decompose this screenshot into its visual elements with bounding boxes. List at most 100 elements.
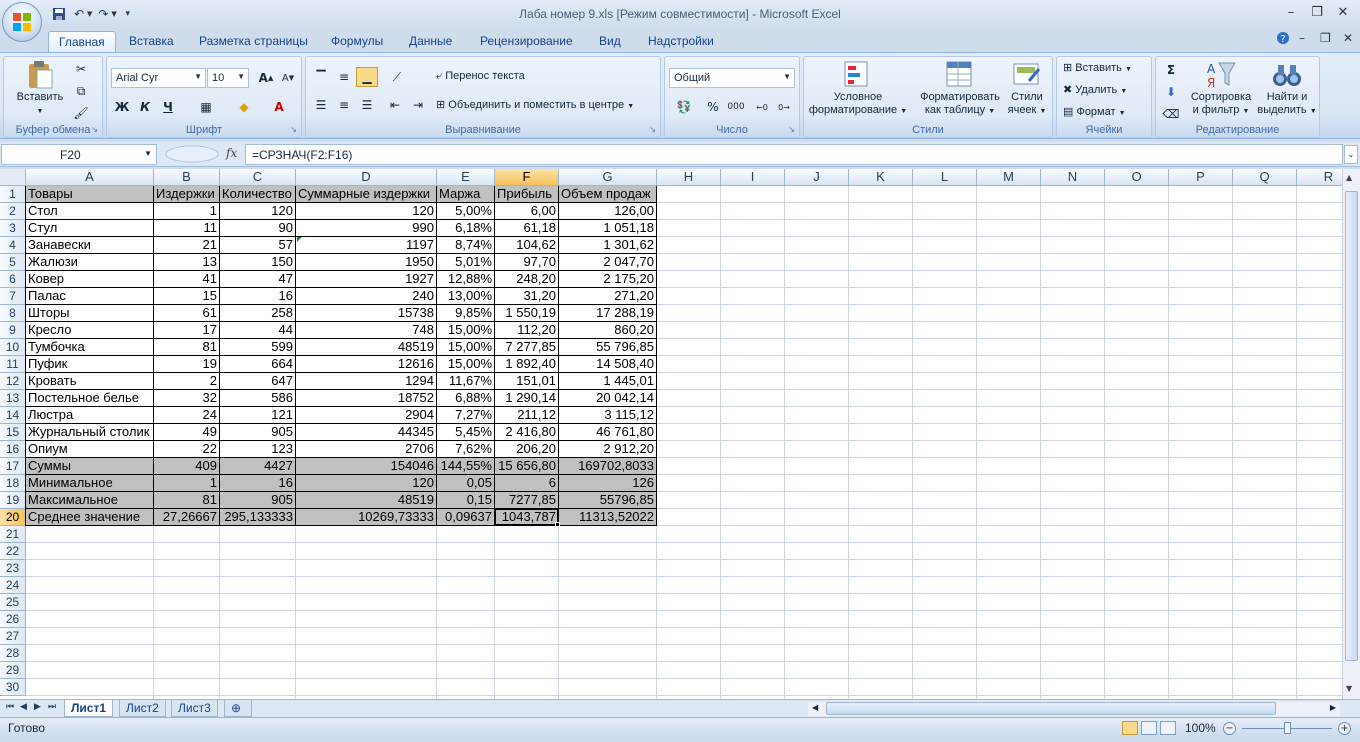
table-cell[interactable]: Жалюзи (26, 254, 154, 271)
table-cell[interactable]: 11313,52022 (559, 509, 657, 526)
table-cell[interactable]: 13 (154, 254, 220, 271)
merge-center-button[interactable]: ⊞ Объединить и поместить в центре ▼ (436, 99, 634, 113)
column-header-a[interactable]: A (26, 169, 154, 186)
table-cell[interactable]: 6 (495, 475, 559, 492)
row-header-18[interactable]: 18 (0, 475, 26, 492)
table-cell[interactable]: 49 (154, 424, 220, 441)
table-cell[interactable]: 151,01 (495, 373, 559, 390)
table-cell[interactable]: 7 277,85 (495, 339, 559, 356)
table-cell[interactable]: 17 288,19 (559, 305, 657, 322)
column-header-g[interactable]: G (559, 169, 657, 186)
horizontal-scrollbar[interactable]: ◀ ▶ (808, 702, 1340, 716)
row-header-24[interactable]: 24 (0, 577, 26, 594)
tab-addins[interactable]: Надстройки (638, 31, 724, 52)
column-header-l[interactable]: L (913, 169, 977, 186)
row-header-13[interactable]: 13 (0, 390, 26, 407)
column-header-n[interactable]: N (1041, 169, 1105, 186)
sheet-tab-2[interactable]: Лист2 (119, 700, 166, 717)
table-cell[interactable]: 10269,73333 (296, 509, 437, 526)
align-bottom-icon[interactable]: ▁ (356, 67, 378, 87)
table-cell[interactable]: 647 (220, 373, 296, 390)
insert-cells-button[interactable]: ⊞ Вставить ▼ (1063, 62, 1132, 76)
tab-formulas[interactable]: Формулы (321, 31, 393, 52)
column-header-q[interactable]: Q (1233, 169, 1297, 186)
table-cell[interactable]: 104,62 (495, 237, 559, 254)
table-cell[interactable]: 47 (220, 271, 296, 288)
table-cell[interactable]: 1 445,01 (559, 373, 657, 390)
table-cell[interactable]: 61 (154, 305, 220, 322)
table-cell[interactable]: Кровать (26, 373, 154, 390)
last-sheet-icon[interactable]: ⏭ (48, 702, 56, 712)
tab-insert[interactable]: Вставка (119, 31, 184, 52)
align-left-icon[interactable]: ☰ (310, 95, 332, 115)
table-cell[interactable]: 11,67% (437, 373, 495, 390)
table-cell[interactable]: 2 175,20 (559, 271, 657, 288)
column-header-j[interactable]: J (785, 169, 849, 186)
table-cell[interactable]: 0,15 (437, 492, 495, 509)
close-icon[interactable]: ✕ (1330, 2, 1356, 22)
table-cell[interactable]: 4427 (220, 458, 296, 475)
table-cell[interactable]: 81 (154, 492, 220, 509)
expand-formula-bar-icon[interactable]: ⌄ (1344, 145, 1358, 164)
font-launcher-icon[interactable]: ↘ (290, 125, 297, 134)
vertical-scroll-thumb[interactable] (1345, 191, 1358, 661)
column-header-h[interactable]: H (657, 169, 721, 186)
table-cell[interactable]: 7,27% (437, 407, 495, 424)
table-cell[interactable]: 248,20 (495, 271, 559, 288)
column-header-f[interactable]: F (495, 169, 559, 186)
table-cell[interactable]: 121 (220, 407, 296, 424)
find-select-button[interactable]: Найти и выделить ▼ (1256, 59, 1318, 118)
table-cell[interactable]: 12616 (296, 356, 437, 373)
row-header-30[interactable]: 30 (0, 679, 26, 696)
table-cell[interactable]: 2706 (296, 441, 437, 458)
table-cell[interactable]: 61,18 (495, 220, 559, 237)
percent-button[interactable]: % (702, 97, 724, 117)
table-cell[interactable]: 126 (559, 475, 657, 492)
align-middle-icon[interactable]: ≡ (333, 67, 355, 87)
table-cell[interactable]: 664 (220, 356, 296, 373)
table-cell[interactable]: 19 (154, 356, 220, 373)
worksheet-grid[interactable]: A B C D E F G H I J K L M N O P Q R 1 2 3 4 5 6 7 8 9 10 11 12 13 14 15 1… (0, 169, 1342, 699)
table-cell[interactable]: 154046 (296, 458, 437, 475)
tab-home[interactable]: Главная (48, 31, 116, 52)
sheet-tab-3[interactable]: Лист3 (171, 700, 218, 717)
table-cell[interactable]: Среднее значение (26, 509, 154, 526)
table-cell[interactable]: 0,05 (437, 475, 495, 492)
row-header-8[interactable]: 8 (0, 305, 26, 322)
table-cell[interactable]: 2 047,70 (559, 254, 657, 271)
tab-data[interactable]: Данные (399, 31, 462, 52)
table-cell[interactable]: 24 (154, 407, 220, 424)
table-cell[interactable]: 44 (220, 322, 296, 339)
fill-color-icon[interactable]: ◆ (233, 97, 255, 117)
table-cell[interactable]: 14 508,40 (559, 356, 657, 373)
table-cell[interactable]: 120 (296, 203, 437, 220)
table-cell[interactable]: 48519 (296, 492, 437, 509)
zoom-out-icon[interactable]: − (1223, 722, 1236, 735)
select-all-corner[interactable] (0, 169, 26, 186)
table-cell[interactable]: Минимальное (26, 475, 154, 492)
table-cell[interactable]: 32 (154, 390, 220, 407)
table-cell[interactable]: 16 (220, 288, 296, 305)
format-cells-button[interactable]: ▤ Формат ▼ (1063, 106, 1126, 120)
wrap-text-button[interactable]: ⤶ Перенос текста (436, 70, 525, 83)
table-cell[interactable]: Постельное белье (26, 390, 154, 407)
row-header-20[interactable]: 20 (0, 509, 26, 526)
table-cell[interactable]: 21 (154, 237, 220, 254)
table-cell[interactable]: 15738 (296, 305, 437, 322)
table-cell[interactable]: 2904 (296, 407, 437, 424)
column-header-i[interactable]: I (721, 169, 785, 186)
tab-view[interactable]: Вид (589, 31, 631, 52)
workbook-restore-icon[interactable]: ❐ (1320, 31, 1331, 45)
column-header-d[interactable]: D (296, 169, 437, 186)
table-cell[interactable]: 12,88% (437, 271, 495, 288)
table-cell[interactable]: 13,00% (437, 288, 495, 305)
row-header-28[interactable]: 28 (0, 645, 26, 662)
paste-button[interactable]: Вставить ▼ (10, 59, 70, 118)
table-cell[interactable]: 3 115,12 (559, 407, 657, 424)
row-header-15[interactable]: 15 (0, 424, 26, 441)
scroll-right-icon[interactable]: ▶ (1330, 703, 1336, 712)
table-cell[interactable]: 46 761,80 (559, 424, 657, 441)
bold-button[interactable]: Ж (111, 97, 133, 117)
row-header-16[interactable]: 16 (0, 441, 26, 458)
normal-view-icon[interactable] (1122, 721, 1138, 735)
